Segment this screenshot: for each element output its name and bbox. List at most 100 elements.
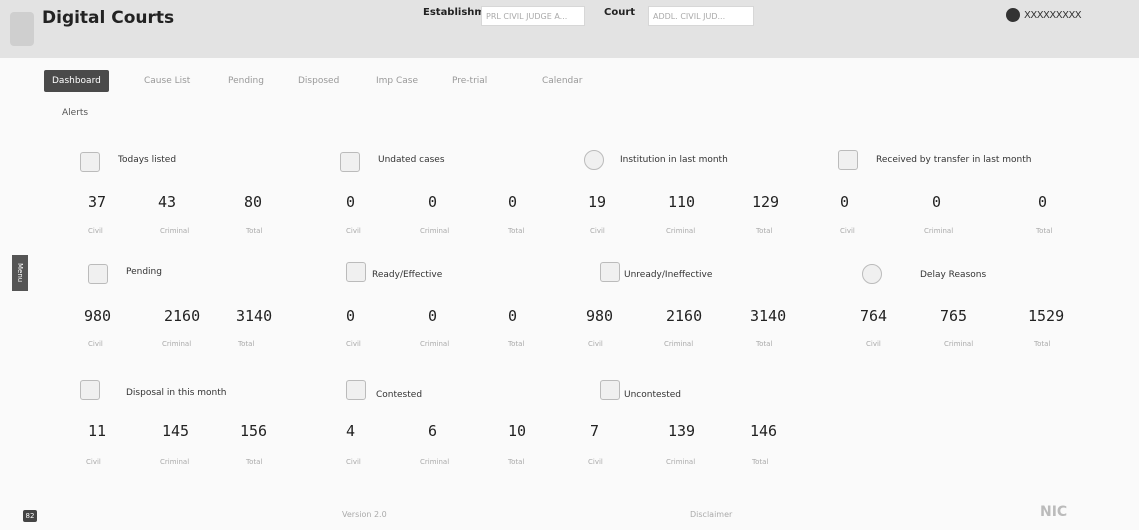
disclaimer-link[interactable]: Disclaimer bbox=[690, 510, 732, 519]
total-label: Total bbox=[508, 340, 525, 348]
total-label: Total bbox=[246, 458, 263, 466]
card-civil-count: 0 bbox=[840, 193, 850, 211]
card-civil-count: 19 bbox=[588, 193, 607, 211]
notification-badge[interactable]: 82 bbox=[23, 510, 37, 522]
civil-label: Civil bbox=[866, 340, 881, 348]
card-civil-count: 0 bbox=[346, 193, 356, 211]
nic-logo: NIC bbox=[1040, 504, 1068, 520]
gavel-icon bbox=[346, 380, 366, 400]
card-criminal-count: 0 bbox=[932, 193, 942, 211]
civil-label: Civil bbox=[346, 340, 361, 348]
card-title[interactable]: Pending bbox=[126, 267, 162, 277]
criminal-label: Criminal bbox=[160, 458, 190, 466]
calendar-icon bbox=[80, 152, 100, 172]
total-label: Total bbox=[508, 227, 525, 235]
total-label: Total bbox=[752, 458, 769, 466]
card-title[interactable]: Unready/Ineffective bbox=[624, 270, 712, 280]
card-criminal-count: 2160 bbox=[666, 307, 703, 325]
card-title[interactable]: Undated cases bbox=[378, 155, 445, 165]
card-total-count: 3140 bbox=[750, 307, 787, 325]
tab-disposed[interactable]: Disposed bbox=[298, 70, 339, 92]
criminal-label: Criminal bbox=[420, 458, 450, 466]
tab-pre-trial[interactable]: Pre-trial bbox=[452, 70, 487, 92]
app-title: Digital Courts bbox=[42, 8, 175, 28]
establishment-select[interactable]: PRL CIVIL JUDGE A... bbox=[481, 6, 585, 26]
card-total-count: 80 bbox=[244, 193, 263, 211]
civil-label: Civil bbox=[590, 227, 605, 235]
user-name: XXXXXXXXX bbox=[1024, 10, 1082, 21]
card-total-count: 0 bbox=[1038, 193, 1048, 211]
card-civil-count: 980 bbox=[586, 307, 614, 325]
card-title[interactable]: Received by transfer in last month bbox=[876, 155, 1031, 165]
check-icon bbox=[346, 262, 366, 282]
card-title[interactable]: Todays listed bbox=[118, 155, 176, 165]
scales-icon bbox=[600, 380, 620, 400]
civil-label: Civil bbox=[88, 227, 103, 235]
card-criminal-count: 0 bbox=[428, 307, 438, 325]
criminal-label: Criminal bbox=[666, 227, 696, 235]
card-total-count: 10 bbox=[508, 422, 527, 440]
total-label: Total bbox=[756, 340, 773, 348]
timer-icon bbox=[862, 264, 882, 284]
card-criminal-count: 110 bbox=[668, 193, 696, 211]
card-title[interactable]: Contested bbox=[376, 390, 422, 400]
tab-imp-case[interactable]: Imp Case bbox=[376, 70, 418, 92]
criminal-label: Criminal bbox=[420, 227, 450, 235]
alerts-heading: Alerts bbox=[62, 108, 89, 118]
total-label: Total bbox=[1034, 340, 1051, 348]
side-menu-button[interactable]: Menu bbox=[12, 255, 28, 291]
card-criminal-count: 145 bbox=[162, 422, 190, 440]
card-criminal-count: 2160 bbox=[164, 307, 201, 325]
card-title[interactable]: Disposal in this month bbox=[126, 388, 226, 398]
court-select[interactable]: ADDL. CIVIL JUD... bbox=[648, 6, 754, 26]
card-total-count: 146 bbox=[750, 422, 778, 440]
total-label: Total bbox=[1036, 227, 1053, 235]
card-civil-count: 37 bbox=[88, 193, 107, 211]
civil-label: Civil bbox=[588, 458, 603, 466]
user-menu[interactable]: XXXXXXXXX bbox=[1006, 8, 1082, 22]
total-label: Total bbox=[756, 227, 773, 235]
civil-label: Civil bbox=[346, 458, 361, 466]
transfer-icon bbox=[838, 150, 858, 170]
emblem-logo bbox=[10, 12, 34, 46]
card-civil-count: 4 bbox=[346, 422, 356, 440]
card-title[interactable]: Uncontested bbox=[624, 390, 681, 400]
criminal-label: Criminal bbox=[924, 227, 954, 235]
criminal-label: Criminal bbox=[420, 340, 450, 348]
tab-cause-list[interactable]: Cause List bbox=[144, 70, 190, 92]
total-label: Total bbox=[238, 340, 255, 348]
tab-pending[interactable]: Pending bbox=[228, 70, 264, 92]
clock-icon bbox=[584, 150, 604, 170]
card-civil-count: 7 bbox=[590, 422, 600, 440]
top-header: Digital Courts Establishment PRL CIVIL J… bbox=[0, 0, 1139, 58]
criminal-label: Criminal bbox=[160, 227, 190, 235]
version-text: Version 2.0 bbox=[342, 510, 387, 519]
civil-label: Civil bbox=[346, 227, 361, 235]
criminal-label: Criminal bbox=[664, 340, 694, 348]
card-civil-count: 764 bbox=[860, 307, 888, 325]
criminal-label: Criminal bbox=[666, 458, 696, 466]
card-total-count: 3140 bbox=[236, 307, 273, 325]
tab-calendar[interactable]: Calendar bbox=[542, 70, 582, 92]
card-civil-count: 980 bbox=[84, 307, 112, 325]
civil-label: Civil bbox=[840, 227, 855, 235]
total-label: Total bbox=[508, 458, 525, 466]
civil-label: Civil bbox=[88, 340, 103, 348]
user-icon bbox=[1006, 8, 1020, 22]
card-title[interactable]: Ready/Effective bbox=[372, 270, 442, 280]
card-title[interactable]: Delay Reasons bbox=[920, 270, 986, 280]
card-criminal-count: 6 bbox=[428, 422, 438, 440]
users-icon bbox=[340, 152, 360, 172]
card-criminal-count: 43 bbox=[158, 193, 177, 211]
card-total-count: 156 bbox=[240, 422, 268, 440]
unready-icon bbox=[600, 262, 620, 282]
card-criminal-count: 765 bbox=[940, 307, 968, 325]
card-total-count: 129 bbox=[752, 193, 780, 211]
civil-label: Civil bbox=[588, 340, 603, 348]
card-criminal-count: 139 bbox=[668, 422, 696, 440]
card-criminal-count: 0 bbox=[428, 193, 438, 211]
criminal-label: Criminal bbox=[162, 340, 192, 348]
civil-label: Civil bbox=[86, 458, 101, 466]
tab-dashboard[interactable]: Dashboard bbox=[44, 70, 109, 92]
card-title[interactable]: Institution in last month bbox=[620, 155, 728, 165]
